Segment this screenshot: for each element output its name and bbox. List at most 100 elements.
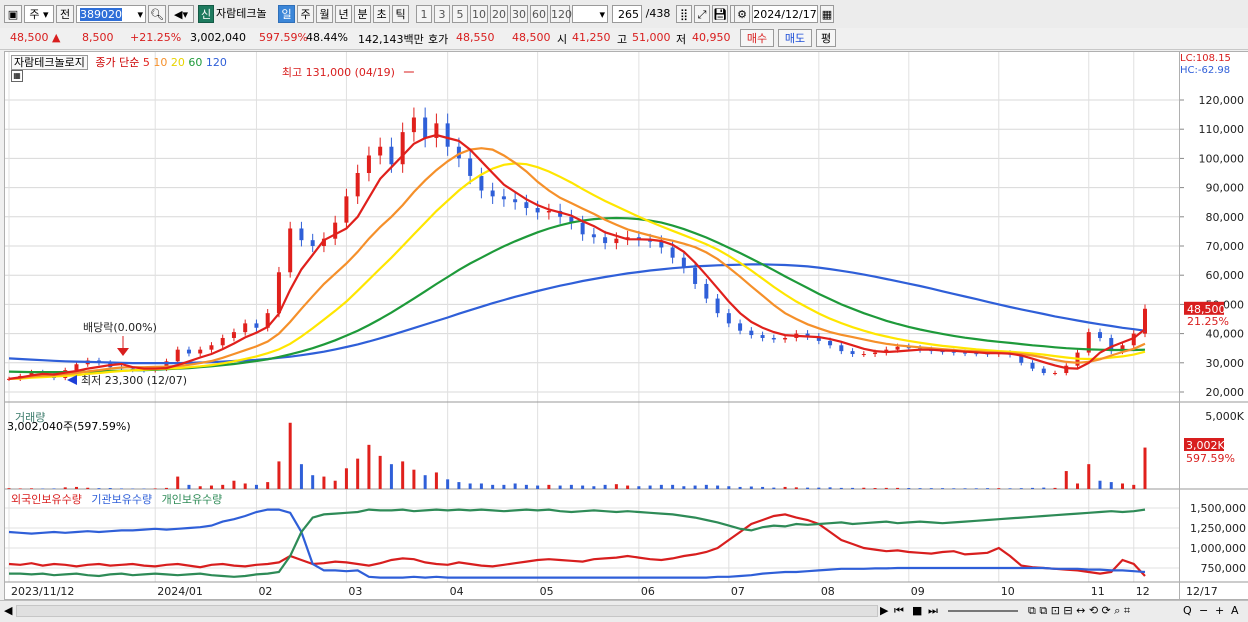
ma60-legend: 60 — [188, 56, 202, 69]
zoom-in-icon[interactable]: + — [1215, 604, 1224, 617]
volume-bar — [840, 488, 843, 489]
interval-3[interactable]: 3 — [434, 5, 450, 23]
candle — [254, 323, 258, 327]
code-input[interactable]: 389020▾ — [76, 5, 146, 23]
volume-bar — [1087, 464, 1090, 489]
last-pct-label: 21.25% — [1187, 315, 1229, 328]
interval-10[interactable]: 10 — [470, 5, 488, 23]
volume: 3,002,040 — [190, 31, 246, 44]
institution-legend: 기관보유수량 — [91, 493, 152, 506]
crosshair-icon[interactable]: ⤢ — [694, 5, 710, 23]
grid-icon[interactable]: ⣿ — [676, 5, 692, 23]
search-icon[interactable]: 🔍︎ — [148, 5, 166, 23]
change: 8,500 — [82, 31, 114, 44]
tool-icons[interactable]: ⧉ ⧉ ⊡ ⊟ ↔ ⟲ ⟳ ⌕ ⌗ — [1028, 604, 1130, 618]
sell-button[interactable]: 매도 — [778, 29, 812, 47]
interval-5[interactable]: 5 — [452, 5, 468, 23]
volume-bar — [986, 488, 989, 489]
volume-bar — [514, 483, 517, 489]
candle — [513, 199, 517, 202]
chart-canvas: 최고 131,000 (04/19)최저 23,300 (12/07)배당락(0… — [5, 52, 1179, 599]
gear-icon[interactable]: ⚙ — [734, 5, 750, 23]
price-tick-label: 110,000 — [1199, 123, 1245, 136]
volume-bar — [232, 481, 235, 489]
period-4[interactable]: 분 — [354, 5, 371, 23]
volume-bar — [761, 487, 764, 489]
candle — [502, 196, 506, 199]
candle — [232, 332, 236, 338]
layout-icon[interactable]: ▣ — [4, 5, 22, 23]
interval-select[interactable]: ▾ — [572, 5, 608, 23]
interval-30[interactable]: 30 — [510, 5, 528, 23]
interval-1[interactable]: 1 — [416, 5, 432, 23]
volume-bar — [739, 487, 742, 489]
period-1[interactable]: 주 — [297, 5, 314, 23]
volume-bar — [379, 456, 382, 489]
stop-icon[interactable]: ■ — [912, 604, 922, 617]
open-label: 시 — [557, 31, 567, 47]
speaker-icon[interactable]: ◀▾ — [168, 5, 194, 23]
zoom-out-icon[interactable]: − — [1199, 604, 1208, 617]
volume-bar — [806, 488, 809, 489]
last-icon[interactable]: ⏭ — [928, 604, 938, 618]
candle — [209, 345, 213, 349]
buy-button[interactable]: 매수 — [740, 29, 774, 47]
candle — [299, 228, 303, 240]
period-2[interactable]: 월 — [316, 5, 333, 23]
scroll-right-icon[interactable]: ▶ — [880, 604, 888, 617]
volume-bar — [187, 485, 190, 489]
zoom-slider[interactable] — [948, 610, 1018, 612]
table-icon[interactable]: ▦ — [11, 70, 23, 82]
candle — [333, 223, 337, 239]
candle — [423, 118, 427, 138]
period-5[interactable]: 초 — [373, 5, 390, 23]
chart-area[interactable]: 최고 131,000 (04/19)최저 23,300 (12/07)배당락(0… — [4, 51, 1180, 600]
save-icon[interactable]: 💾︎ — [712, 5, 728, 23]
volume-bar — [244, 483, 247, 489]
x-label: 03 — [348, 585, 362, 598]
ma120-legend: 120 — [206, 56, 227, 69]
period-0[interactable]: 일 — [278, 5, 295, 23]
volume-bar — [885, 488, 888, 489]
period-6[interactable]: 틱 — [392, 5, 409, 23]
font-size-icon[interactable]: A — [1231, 604, 1239, 617]
volume-bar — [109, 488, 112, 489]
market-select[interactable]: 주 ▾ — [24, 5, 54, 23]
prev-button[interactable]: 전 — [56, 5, 74, 23]
volume-bar — [469, 483, 472, 489]
interval-20[interactable]: 20 — [490, 5, 508, 23]
volume-bar — [199, 486, 202, 489]
candle — [693, 268, 697, 284]
count-input[interactable]: 265 — [612, 5, 642, 23]
candle — [547, 211, 551, 212]
scroll-left-icon[interactable]: ◀ — [4, 604, 12, 617]
candle — [592, 234, 596, 237]
interval-120[interactable]: 120 — [550, 5, 570, 23]
volume-bar — [919, 488, 922, 489]
date-input[interactable]: 2024/12/17 — [752, 5, 818, 23]
volume-bar — [862, 488, 865, 489]
volume-bar — [502, 485, 505, 489]
volume-bar — [694, 486, 697, 489]
scroll-track[interactable] — [16, 605, 878, 617]
first-icon[interactable]: ⏮ — [894, 604, 904, 618]
period-3[interactable]: 년 — [335, 5, 352, 23]
volume-bar — [547, 485, 550, 489]
volume-bar — [176, 477, 179, 489]
holdings-tick-label: 750,000 — [1201, 562, 1247, 575]
calendar-icon[interactable]: ▦ — [820, 5, 834, 23]
candle — [288, 228, 292, 272]
scroll-bar[interactable]: ◀ ▶ ⏮ ■ ⏭ ⧉ ⧉ ⊡ ⊟ ↔ ⟲ ⟳ ⌕ ⌗ Q − + A — [0, 600, 1248, 622]
candle — [344, 196, 348, 222]
avg-button[interactable]: 평 — [816, 29, 836, 47]
candle — [356, 173, 360, 196]
zoom-search-icon[interactable]: Q — [1183, 604, 1192, 617]
ma20-line — [9, 163, 1145, 379]
interval-60[interactable]: 60 — [530, 5, 548, 23]
volume-bar — [975, 488, 978, 489]
last-volume-label: 3,002K — [1186, 439, 1225, 452]
toolbar: ▣ 주 ▾ 전 389020▾ 🔍︎ ◀▾ 신 자람테크놀 ▾ 265 /438… — [0, 0, 1248, 29]
dividend-annotation: 배당락(0.00%) — [83, 321, 157, 334]
volume-bar — [997, 488, 1000, 489]
high-annotation: 최고 131,000 (04/19) — [282, 66, 395, 79]
